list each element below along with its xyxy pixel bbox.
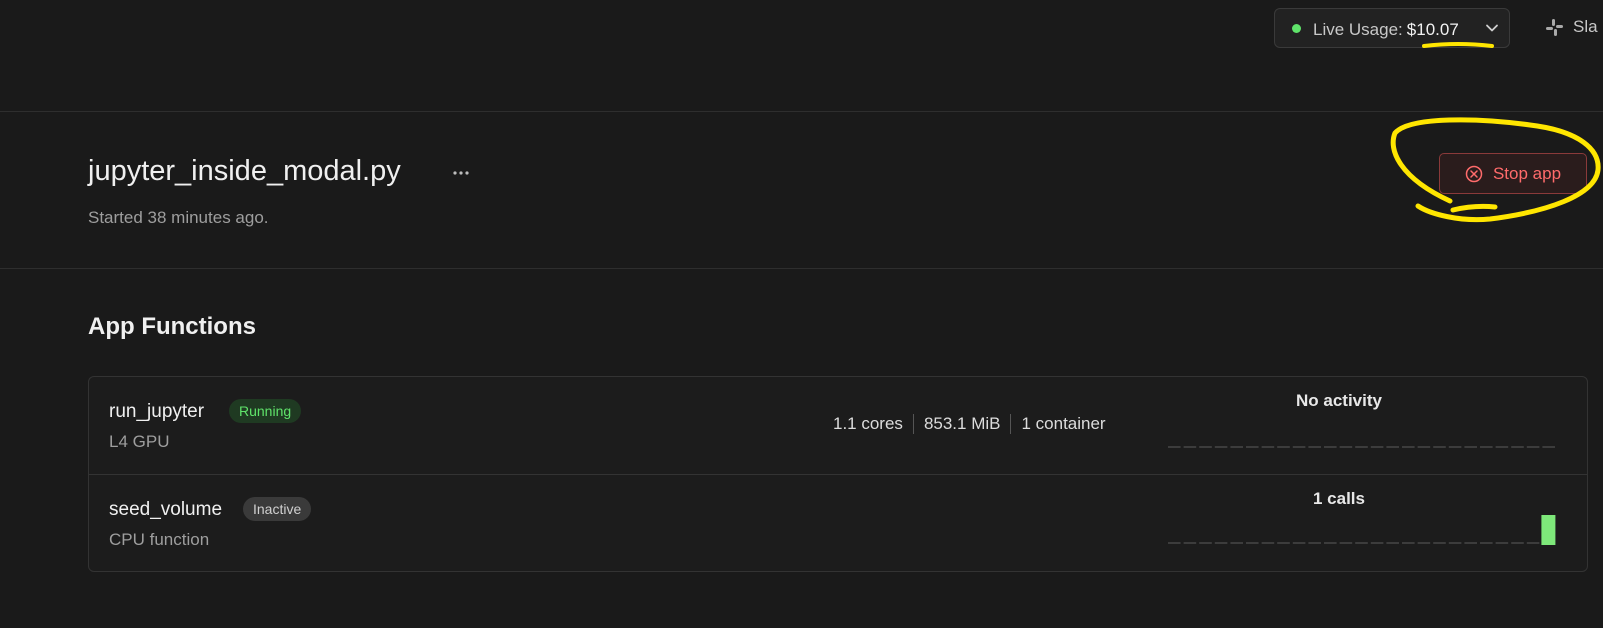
function-name[interactable]: seed_volume <box>109 499 222 521</box>
app-page: Live Usage: $10.07 Sla jupyter_inside_mod… <box>0 0 1603 628</box>
slack-label: Sla <box>1573 17 1598 36</box>
live-usage-dropdown[interactable]: Live Usage: $10.07 <box>1274 8 1510 48</box>
live-usage-label: Live Usage: <box>1313 20 1403 39</box>
functions-table: run_jupyter Running L4 GPU 1.1 cores 853… <box>88 376 1588 572</box>
slack-link[interactable]: Sla <box>1546 17 1598 37</box>
chevron-down-icon <box>1486 24 1498 32</box>
function-row[interactable]: run_jupyter Running L4 GPU 1.1 cores 853… <box>89 377 1587 474</box>
section-title: App Functions <box>88 313 256 340</box>
activity-label: 1 calls <box>1313 489 1365 508</box>
stop-app-button[interactable]: Stop app <box>1439 153 1587 194</box>
function-subtitle: L4 GPU <box>109 432 170 451</box>
activity-label: No activity <box>1296 391 1382 410</box>
section-divider <box>0 268 1603 269</box>
memory-stat: 853.1 MiB <box>923 414 1001 433</box>
function-row[interactable]: seed_volume Inactive CPU function 1 call… <box>89 474 1587 572</box>
status-badge: Running <box>229 399 302 423</box>
stat-divider <box>912 414 914 434</box>
stop-app-label: Stop app <box>1492 163 1562 183</box>
header-divider <box>0 111 1603 112</box>
function-name[interactable]: run_jupyter <box>109 401 204 423</box>
live-status-dot <box>1292 24 1301 33</box>
activity-sparkline <box>1168 446 1555 448</box>
live-usage-text: Live Usage: $10.07 <box>1313 20 1459 40</box>
containers-stat: 1 container <box>1021 414 1106 433</box>
activity-sparkline <box>1168 515 1556 545</box>
cores-stat: 1.1 cores <box>833 414 903 433</box>
function-subtitle: CPU function <box>109 530 210 549</box>
top-bar: Live Usage: $10.07 Sla <box>0 0 1603 110</box>
activity-bar <box>1541 515 1556 545</box>
stat-divider <box>1010 414 1012 434</box>
function-stats: 1.1 cores 853.1 MiB 1 container <box>833 414 1106 434</box>
circle-x-icon <box>1465 165 1483 182</box>
more-options-icon[interactable] <box>452 170 470 176</box>
slack-icon <box>1546 18 1563 36</box>
live-usage-amount: $10.07 <box>1406 20 1459 39</box>
page-title: jupyter_inside_modal.py <box>88 155 401 187</box>
status-badge: Inactive <box>243 497 312 521</box>
started-time: Started 38 minutes ago. <box>88 208 269 227</box>
